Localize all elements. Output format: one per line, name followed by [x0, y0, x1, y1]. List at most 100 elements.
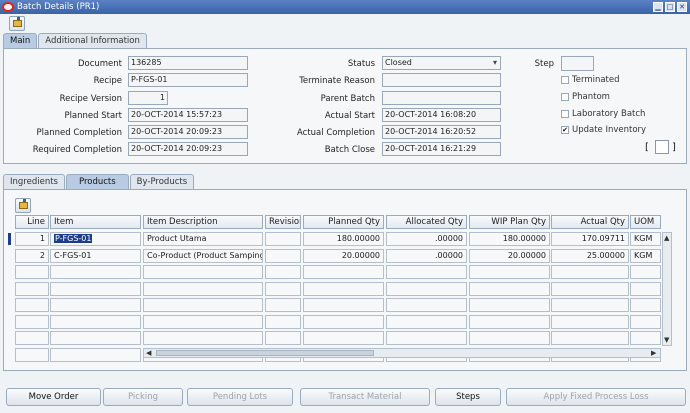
table-cell-line[interactable] [15, 281, 49, 296]
table-cell-item[interactable] [50, 331, 141, 345]
table-cell-description[interactable] [143, 331, 263, 345]
recipe-version-field[interactable]: 1 [128, 91, 168, 105]
update-inventory-checkbox[interactable]: ✔ Update Inventory [561, 125, 646, 135]
table-cell-revision[interactable] [265, 281, 301, 296]
column-header-description[interactable]: Item Description [143, 215, 263, 229]
transact-material-button[interactable]: Transact Material [300, 388, 430, 406]
table-cell-allocated-qty[interactable] [386, 314, 467, 329]
table-cell-revision[interactable] [265, 232, 301, 246]
step-field[interactable] [561, 56, 594, 71]
table-cell-uom[interactable]: KGM [630, 248, 661, 263]
table-cell-wip-plan-qty[interactable] [469, 331, 550, 345]
close-icon[interactable]: ✕ [677, 2, 687, 12]
column-header-planned-qty[interactable]: Planned Qty [303, 215, 384, 229]
table-cell-allocated-qty[interactable] [386, 281, 467, 296]
column-header-uom[interactable]: UOM [630, 215, 661, 229]
maximize-icon[interactable]: □ [665, 2, 675, 12]
table-cell-wip-plan-qty[interactable]: 20.00000 [469, 248, 550, 263]
tab-ingredients[interactable]: Ingredients [3, 174, 65, 189]
table-cell-line[interactable] [15, 298, 49, 312]
table-cell-allocated-qty[interactable]: .00000 [386, 248, 467, 263]
table-cell-actual-qty[interactable] [551, 298, 629, 312]
table-cell-planned-qty[interactable] [303, 314, 384, 329]
vertical-scrollbar[interactable]: ▲ ▼ [662, 232, 672, 346]
table-cell-uom[interactable]: KGM [630, 232, 661, 246]
table-cell-description[interactable] [143, 281, 263, 296]
table-cell-line[interactable]: 1 [15, 232, 49, 246]
phantom-checkbox-box[interactable] [561, 93, 569, 101]
terminated-checkbox-box[interactable] [561, 76, 569, 84]
recipe-field[interactable]: P-FGS-01 [128, 73, 248, 87]
table-cell-allocated-qty[interactable] [386, 298, 467, 312]
table-cell-planned-qty[interactable]: 180.00000 [303, 232, 384, 246]
table-cell-line[interactable] [15, 265, 49, 279]
column-header-line[interactable]: Line [15, 215, 49, 229]
table-cell-planned-qty[interactable] [303, 281, 384, 296]
picking-button[interactable]: Picking [103, 388, 183, 406]
terminated-checkbox[interactable]: Terminated [561, 75, 620, 85]
checkmark-icon[interactable]: ✔ [561, 126, 569, 134]
open-attachments-button[interactable] [15, 198, 31, 213]
table-cell-revision[interactable] [265, 331, 301, 345]
table-cell-uom[interactable] [630, 331, 661, 345]
table-cell-item[interactable] [50, 298, 141, 312]
table-cell-allocated-qty[interactable] [386, 331, 467, 345]
actual-completion-field[interactable]: 20-OCT-2014 16:20:52 [382, 125, 501, 139]
column-header-allocated-qty[interactable]: Allocated Qty [386, 215, 467, 229]
laboratory-batch-checkbox-box[interactable] [561, 110, 569, 118]
document-field[interactable]: 136285 [128, 56, 248, 70]
table-cell-revision[interactable] [265, 314, 301, 329]
table-cell-description[interactable] [143, 265, 263, 279]
table-cell-uom[interactable] [630, 314, 661, 329]
laboratory-batch-checkbox[interactable]: Laboratory Batch [561, 109, 645, 119]
table-cell-item[interactable]: P-FGS-01 [50, 232, 141, 246]
table-cell-actual-qty[interactable] [551, 314, 629, 329]
scroll-down-icon[interactable]: ▼ [664, 336, 669, 344]
table-cell-item[interactable] [50, 347, 141, 362]
column-header-revision[interactable]: Revision [265, 215, 301, 229]
scroll-right-icon[interactable]: ▶ [651, 349, 656, 357]
table-cell-description[interactable]: Co-Product (Product Samping [143, 248, 263, 263]
column-header-item[interactable]: Item [50, 215, 141, 229]
table-cell-revision[interactable] [265, 248, 301, 263]
table-cell-uom[interactable] [630, 265, 661, 279]
table-cell-item[interactable] [50, 265, 141, 279]
column-header-actual-qty[interactable]: Actual Qty [551, 215, 629, 229]
open-folder-button[interactable] [9, 16, 25, 31]
table-cell-planned-qty[interactable] [303, 298, 384, 312]
table-cell-item[interactable]: C-FGS-01 [50, 248, 141, 263]
table-cell-actual-qty[interactable] [551, 265, 629, 279]
table-cell-description[interactable]: Product Utama [143, 232, 263, 246]
table-cell-revision[interactable] [265, 265, 301, 279]
horizontal-scroll-thumb[interactable] [156, 350, 374, 356]
table-cell-allocated-qty[interactable] [386, 265, 467, 279]
pending-lots-button[interactable]: Pending Lots [187, 388, 293, 406]
terminate-reason-field[interactable] [382, 73, 501, 87]
parent-batch-field[interactable] [382, 91, 501, 105]
table-cell-actual-qty[interactable]: 25.00000 [551, 248, 629, 263]
table-cell-planned-qty[interactable]: 20.00000 [303, 248, 384, 263]
horizontal-scrollbar[interactable]: ◀ ▶ [143, 348, 661, 358]
table-cell-planned-qty[interactable] [303, 265, 384, 279]
table-cell-actual-qty[interactable]: 170.09711 [551, 232, 629, 246]
column-header-wip-plan-qty[interactable]: WIP Plan Qty [469, 215, 550, 229]
table-cell-description[interactable] [143, 314, 263, 329]
minimize-icon[interactable]: ▁ [653, 2, 663, 12]
batch-close-field[interactable]: 20-OCT-2014 16:21:29 [382, 142, 501, 156]
table-cell-uom[interactable] [630, 298, 661, 312]
descriptive-flexfield-field[interactable] [655, 140, 669, 154]
tab-additional-information[interactable]: Additional Information [38, 33, 147, 48]
table-cell-uom[interactable] [630, 281, 661, 296]
scroll-up-icon[interactable]: ▲ [664, 234, 669, 242]
planned-start-field[interactable]: 20-OCT-2014 15:57:23 [128, 108, 248, 122]
status-select[interactable]: Closed [382, 56, 501, 70]
move-order-button[interactable]: Move Order [6, 388, 101, 406]
tab-main[interactable]: Main [3, 33, 38, 48]
table-cell-description[interactable] [143, 298, 263, 312]
table-cell-wip-plan-qty[interactable] [469, 265, 550, 279]
tab-by-products[interactable]: By-Products [129, 174, 195, 189]
table-cell-actual-qty[interactable] [551, 281, 629, 296]
table-cell-item[interactable] [50, 314, 141, 329]
table-cell-allocated-qty[interactable]: .00000 [386, 232, 467, 246]
required-completion-field[interactable]: 20-OCT-2014 20:09:23 [128, 142, 248, 156]
